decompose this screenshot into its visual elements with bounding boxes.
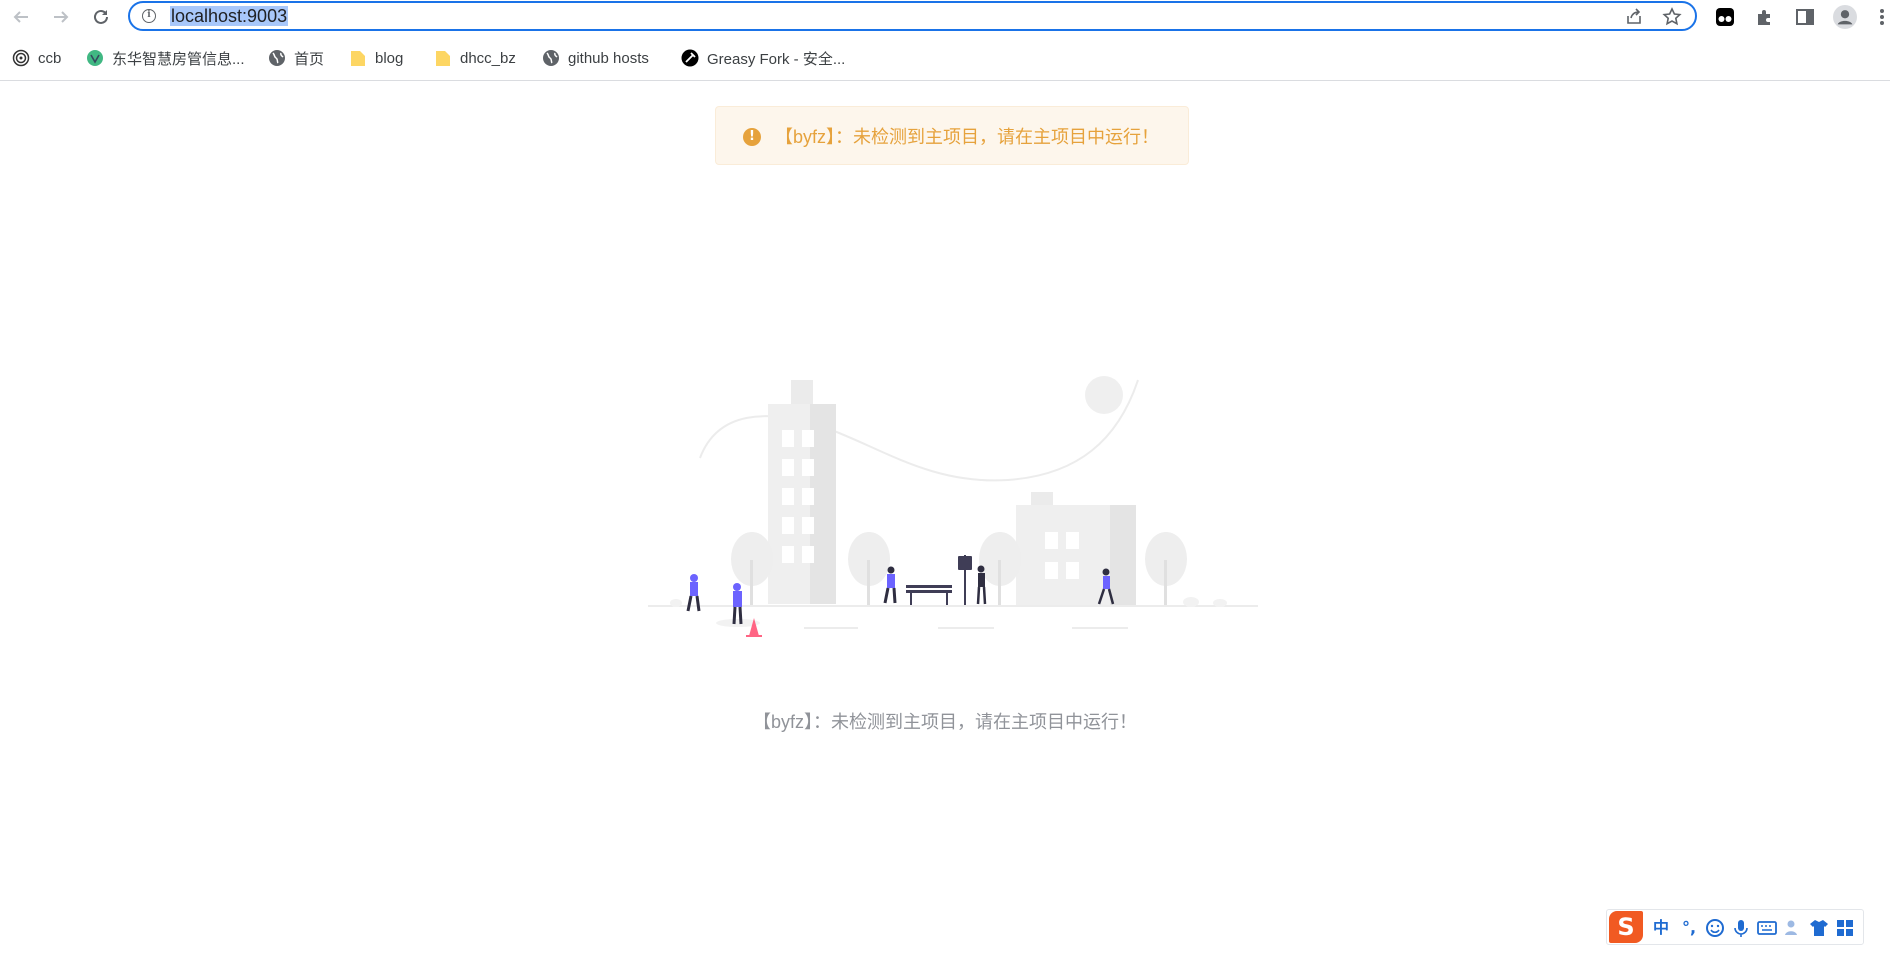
bench (906, 585, 952, 605)
bookmark-label: dhcc_bz (460, 49, 516, 67)
reload-button[interactable] (88, 4, 114, 30)
arrow-right-icon (54, 11, 69, 23)
bookmark-home[interactable]: 首页 (268, 44, 324, 72)
keyboard-icon[interactable] (1757, 918, 1777, 938)
sign-post (958, 555, 972, 605)
microphone-icon[interactable] (1731, 918, 1751, 938)
toolbox-grid-icon[interactable] (1835, 918, 1855, 938)
bookmark-dhcc-bz[interactable]: dhcc_bz (434, 44, 516, 72)
tall-building (768, 380, 836, 604)
bookmark-ccb[interactable]: ccb (12, 44, 61, 72)
bookmark-label: Greasy Fork - 安全... (707, 50, 846, 68)
sun-shape (1085, 376, 1123, 414)
worker-right (732, 583, 743, 625)
bookmark-label: blog (375, 49, 404, 67)
bookmark-label: 东华智慧房管信息... (112, 50, 245, 68)
tampermonkey-extension-icon[interactable] (1713, 5, 1737, 29)
sky-curve (699, 379, 1139, 482)
back-button[interactable] (8, 4, 34, 30)
vue-logo-icon (86, 49, 104, 67)
warning-message: ! 【byfz】：未检测到主项目，请在主项目中运行！ (715, 106, 1189, 165)
bookmark-label: ccb (38, 49, 62, 67)
site-info-icon[interactable]: i (142, 9, 156, 23)
profile-avatar-icon[interactable] (1833, 5, 1857, 29)
ime-punctuation-toggle[interactable]: °, (1679, 918, 1699, 938)
bookmark-blog[interactable]: blog (349, 44, 403, 72)
emoji-icon[interactable] (1705, 918, 1725, 938)
bookmark-greasy-fork[interactable]: Greasy Fork - 安全... (681, 44, 845, 72)
bookmark-label: 首页 (294, 50, 325, 68)
share-icon[interactable] (1624, 7, 1644, 27)
toolbar-divider (0, 80, 1890, 81)
forward-button[interactable] (48, 4, 74, 30)
empty-state-illustration (648, 376, 1258, 637)
warning-icon: ! (743, 128, 761, 146)
globe-icon (542, 49, 560, 67)
bookmark-star-icon[interactable] (1662, 7, 1682, 27)
sogou-logo-icon[interactable]: S (1609, 911, 1643, 943)
warning-message-text: 【byfz】：未检测到主项目，请在主项目中运行！ (775, 127, 1160, 147)
folder-icon (434, 49, 452, 67)
ime-toolbar: S 中 °, (1606, 909, 1864, 945)
greasyfork-icon (681, 49, 699, 67)
browser-toolbar: i localhost:9003 (0, 0, 1890, 34)
folder-icon (349, 49, 367, 67)
skin-shirt-icon[interactable] (1809, 918, 1829, 938)
ime-mode-toggle[interactable]: 中 (1651, 918, 1671, 938)
bookmarks-bar: ccb 东华智慧房管信息... 首页 blog dhcc_bz github h… (0, 44, 1890, 72)
spiral-icon (12, 49, 30, 67)
small-building (1016, 492, 1136, 605)
bookmark-donghua[interactable]: 东华智慧房管信息... (86, 44, 245, 72)
side-panel-icon[interactable] (1793, 5, 1817, 29)
empty-state-description: 【byfz】：未检测到主项目，请在主项目中运行！ (752, 712, 1137, 732)
bookmark-github-hosts[interactable]: github hosts (542, 44, 649, 72)
browser-menu-icon[interactable] (1870, 5, 1890, 29)
address-bar[interactable]: i localhost:9003 (128, 1, 1697, 31)
url-text[interactable]: localhost:9003 (170, 6, 289, 26)
user-tools-icon[interactable] (1783, 918, 1803, 938)
reload-icon (94, 9, 108, 24)
extensions-puzzle-icon[interactable] (1753, 5, 1777, 29)
bookmark-label: github hosts (568, 49, 649, 67)
arrow-left-icon (13, 11, 28, 23)
globe-icon (268, 49, 286, 67)
